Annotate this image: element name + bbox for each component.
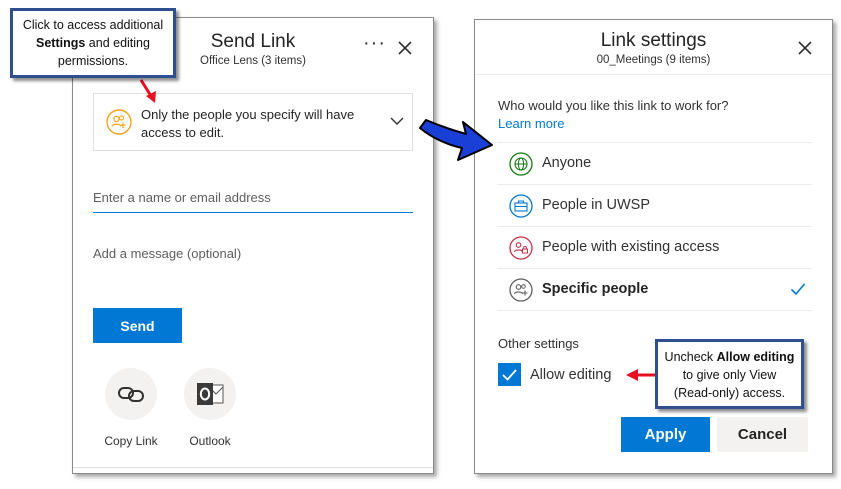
callout-line: to give only View [682,368,777,382]
red-arrow-icon [626,369,655,381]
callout-line: permissions. [57,54,129,68]
callout-bold: Allow editing [716,350,795,364]
callout-line: Click to access additional [22,18,164,32]
callout-text: and editing [85,36,150,50]
callout-settings-tip: Click to access additional Settings and … [10,8,176,78]
callout-editing-tip: Uncheck Allow editing to give only View … [655,339,804,409]
red-arrow-icon [139,79,156,103]
callout-line: (Read-only) access. [673,386,786,400]
blue-arrow-icon [419,119,493,161]
callout-text: Uncheck [664,350,717,364]
callout-bold: Settings [36,36,86,50]
callout-line: Uncheck Allow editing [658,348,801,366]
callout-line: Settings and editing [13,34,173,52]
